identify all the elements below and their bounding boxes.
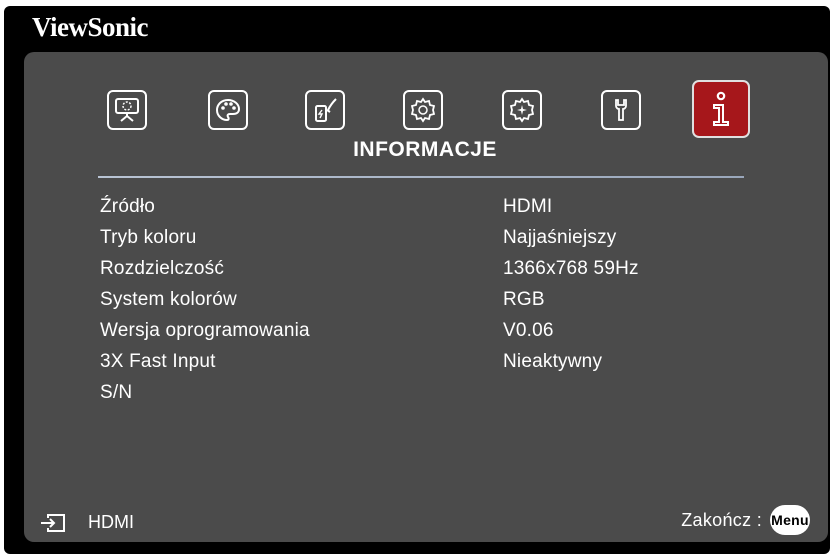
input-source-icon <box>41 513 65 532</box>
source-label: HDMI <box>88 512 134 532</box>
palette-icon <box>215 98 241 122</box>
info-row-fast-input: 3X Fast Input Nieaktywny <box>0 351 832 379</box>
wrench-icon <box>615 99 627 121</box>
info-label: S/N <box>100 382 133 403</box>
tab-information[interactable] <box>692 80 750 138</box>
info-icon <box>713 91 729 126</box>
info-label: Tryb koloru <box>100 227 197 248</box>
exit-label: Zakończ : <box>681 509 762 530</box>
info-value: HDMI <box>503 196 553 217</box>
display-icon <box>115 98 139 122</box>
info-label: 3X Fast Input <box>100 351 216 372</box>
tab-settings[interactable] <box>601 90 641 130</box>
advanced-gear-icon <box>509 97 535 123</box>
info-row-firmware: Wersja oprogramowania V0.06 <box>0 320 832 348</box>
tab-image[interactable] <box>208 90 248 130</box>
tab-power[interactable] <box>305 90 345 130</box>
info-row-source: Źródło HDMI <box>0 196 832 224</box>
info-label: System kolorów <box>100 289 237 310</box>
brand-logo: ViewSonic <box>32 12 149 42</box>
current-source: HDMI <box>40 512 134 533</box>
tab-advanced[interactable] <box>502 90 542 130</box>
info-value: Najjaśniejszy <box>503 227 617 248</box>
menu-tab-bar <box>0 80 832 138</box>
info-value: V0.06 <box>503 320 554 341</box>
info-label: Rozdzielczość <box>100 258 225 279</box>
info-row-serial: S/N <box>0 382 832 410</box>
exit-hint: Zakończ : Menu <box>681 505 810 535</box>
info-row-color-mode: Tryb koloru Najjaśniejszy <box>0 227 832 255</box>
info-value: RGB <box>503 289 545 310</box>
power-brush-icon <box>315 98 337 122</box>
tab-display[interactable] <box>107 90 147 130</box>
title-divider <box>98 176 744 178</box>
info-label: Wersja oprogramowania <box>100 320 310 341</box>
info-row-resolution: Rozdzielczość 1366x768 59Hz <box>0 258 832 286</box>
info-value: Nieaktywny <box>503 351 603 372</box>
info-label: Źródło <box>100 196 156 217</box>
menu-button[interactable]: Menu <box>770 505 810 535</box>
info-value: 1366x768 59Hz <box>503 258 639 279</box>
info-row-color-system: System kolorów RGB <box>0 289 832 317</box>
gear-icon <box>410 97 436 123</box>
menu-title: INFORMACJE <box>353 138 497 161</box>
tab-basic[interactable] <box>403 90 443 130</box>
